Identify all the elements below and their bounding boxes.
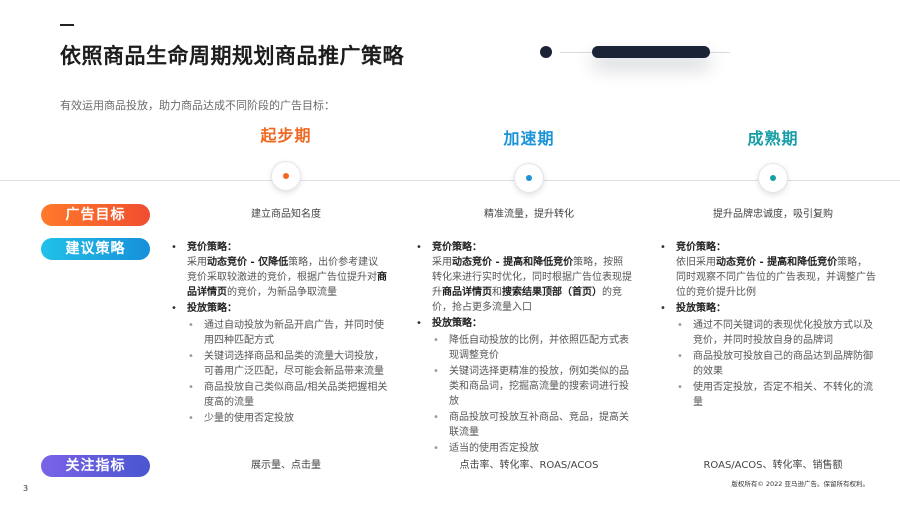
bidding-text: 采用动态竞价 - 仅降低策略，出价参考建议竞价采取较激进的竞价，根据广告位提升对… xyxy=(187,257,387,298)
row-label-ad-goal: 广告目标 xyxy=(41,204,150,226)
page-number: 3 xyxy=(23,484,29,493)
list-item: 降低自动投放的比例，并依照匹配方式表现调整竞价 xyxy=(413,333,633,363)
list-item: 少量的使用否定投放 xyxy=(168,411,388,426)
bidding-text: 依旧采用动态竞价 - 提高和降低竞价策略，同时观察不同广告位的广告表现，并调整广… xyxy=(676,257,876,298)
metrics-startup: 展示量、点击量 xyxy=(251,460,321,471)
stage-label-startup: 起步期 xyxy=(260,126,312,145)
list-item: 商品投放可投放自己的商品达到品牌防御的效果 xyxy=(657,349,877,379)
bidding-heading: 竞价策略： xyxy=(676,242,726,253)
timeline-node-maturity xyxy=(758,163,788,193)
metrics-acceleration: 点击率、转化率、ROAS/ACOS xyxy=(459,460,599,471)
placement-section: 投放策略： xyxy=(168,301,388,316)
page-subtitle: 有效运用商品投放，助力商品达成不同阶段的广告目标： xyxy=(60,99,335,112)
bidding-heading: 竞价策略： xyxy=(187,242,237,253)
placement-list: 通过不同关键词的表现优化投放方式以及竞价，并同时投放自身的品牌词 商品投放可投放… xyxy=(657,318,877,410)
list-item: 通过自动投放为新品开启广告，并同时使用四种匹配方式 xyxy=(168,318,388,348)
placement-section: 投放策略： xyxy=(657,301,877,316)
placement-heading: 投放策略： xyxy=(432,318,482,329)
list-item: 适当的使用否定投放 xyxy=(413,441,633,456)
list-item: 关键词选择商品和品类的流量大词投放，可善用广泛匹配，尽可能会新品带来流量 xyxy=(168,349,388,379)
strategy-column-startup: 竞价策略： 采用动态竞价 - 仅降低策略，出价参考建议竞价采取较激进的竞价，根据… xyxy=(168,240,388,429)
decorative-bar xyxy=(592,46,710,58)
bidding-section: 竞价策略： 依旧采用动态竞价 - 提高和降低竞价策略，同时观察不同广告位的广告表… xyxy=(657,240,877,300)
timeline-node-startup xyxy=(271,161,301,191)
placement-list: 通过自动投放为新品开启广告，并同时使用四种匹配方式 关键词选择商品和品类的流量大… xyxy=(168,318,388,426)
list-item: 通过不同关键词的表现优化投放方式以及竞价，并同时投放自身的品牌词 xyxy=(657,318,877,348)
stage-label-acceleration: 加速期 xyxy=(503,129,555,148)
bidding-text: 采用动态竞价 - 提高和降低竞价策略，按照转化来进行实时优化，同时根据广告位表现… xyxy=(432,257,632,313)
list-item: 使用否定投放，否定不相关、不转化的流量 xyxy=(657,380,877,410)
strategy-column-maturity: 竞价策略： 依旧采用动态竞价 - 提高和降低竞价策略，同时观察不同广告位的广告表… xyxy=(657,240,877,413)
placement-heading: 投放策略： xyxy=(676,303,726,314)
placement-list: 降低自动投放的比例，并依照匹配方式表现调整竞价 关键词选择更精准的投放，例如类似… xyxy=(413,333,633,456)
page-title: 依照商品生命周期规划商品推广策略 xyxy=(60,44,404,68)
title-accent-dash xyxy=(60,24,74,26)
goal-startup: 建立商品知名度 xyxy=(251,209,321,220)
decorative-dot xyxy=(540,46,552,58)
bidding-section: 竞价策略： 采用动态竞价 - 仅降低策略，出价参考建议竞价采取较激进的竞价，根据… xyxy=(168,240,388,300)
strategy-column-acceleration: 竞价策略： 采用动态竞价 - 提高和降低竞价策略，按照转化来进行实时优化，同时根… xyxy=(413,240,633,459)
goal-maturity: 提升品牌忠诚度，吸引复购 xyxy=(713,209,833,220)
stage-label-maturity: 成熟期 xyxy=(747,129,799,148)
bidding-section: 竞价策略： 采用动态竞价 - 提高和降低竞价策略，按照转化来进行实时优化，同时根… xyxy=(413,240,633,315)
placement-heading: 投放策略： xyxy=(187,303,237,314)
row-label-strategy: 建议策略 xyxy=(41,238,150,260)
metrics-maturity: ROAS/ACOS、转化率、销售额 xyxy=(703,460,843,471)
copyright-notice: 版权所有© 2022 亚马逊广告。保留所有权利。 xyxy=(731,480,869,488)
list-item: 关键词选择更精准的投放，例如类似的品类和商品词，挖掘高流量的搜索词进行投放 xyxy=(413,364,633,409)
timeline-node-acceleration xyxy=(514,163,544,193)
list-item: 商品投放可投放互补商品、竞品，提高关联流量 xyxy=(413,410,633,440)
goal-acceleration: 精准流量，提升转化 xyxy=(484,209,574,220)
list-item: 商品投放自己类似商品/相关品类把握相关度高的流量 xyxy=(168,380,388,410)
row-label-metrics: 关注指标 xyxy=(41,455,150,477)
bidding-heading: 竞价策略： xyxy=(432,242,482,253)
placement-section: 投放策略： xyxy=(413,316,633,331)
